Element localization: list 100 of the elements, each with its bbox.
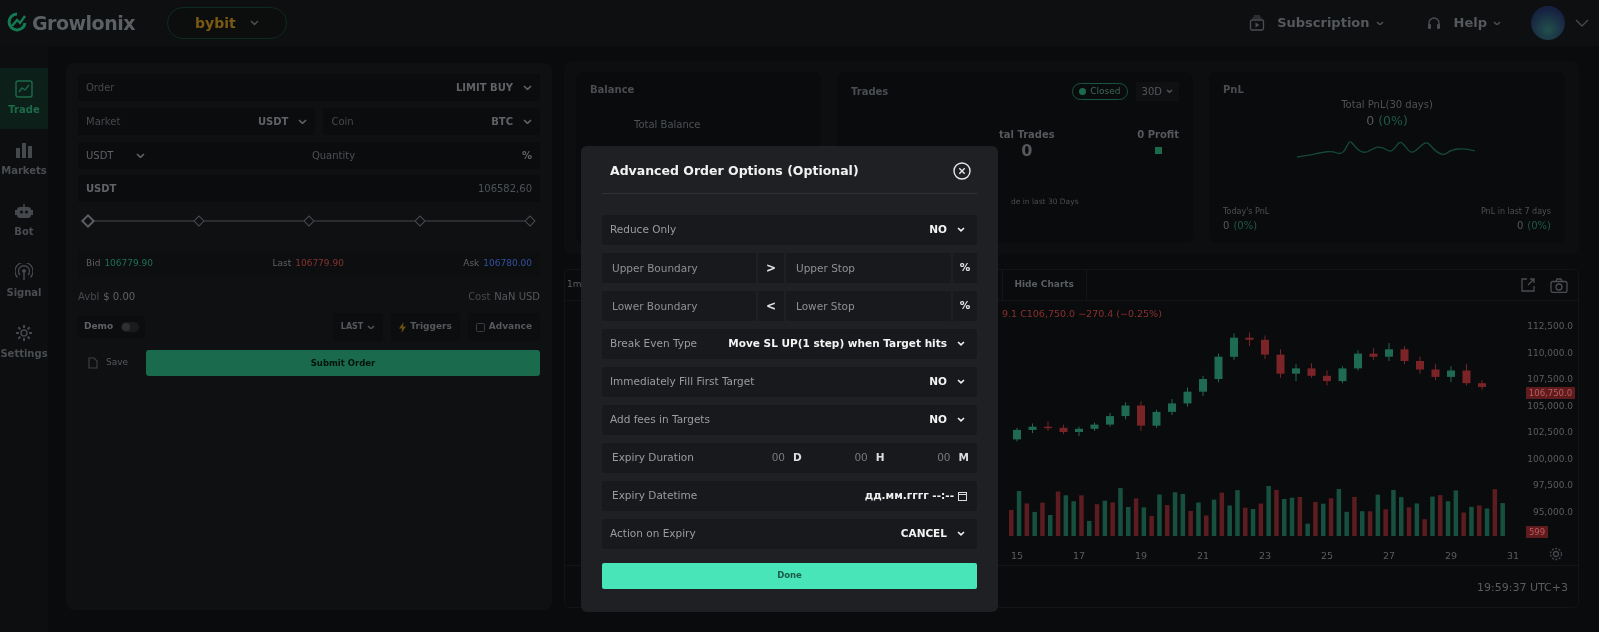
dropdown-button[interactable]: NO xyxy=(923,214,977,245)
dropdown-button[interactable]: NO xyxy=(923,404,977,435)
ohlc-text: 9.1 C106,750.0 −270.4 (−0.25%) xyxy=(1002,307,1162,321)
interval-label[interactable]: 1m xyxy=(567,278,582,292)
field-label: Market xyxy=(86,115,121,129)
price-source-dropdown[interactable]: LAST xyxy=(332,313,384,341)
axis-label: 107,500.0 xyxy=(1527,374,1573,384)
dropdown-button[interactable]: NO xyxy=(923,366,977,397)
axis-label: 21 xyxy=(1196,550,1210,561)
axis-label: 95,000.0 xyxy=(1532,506,1573,517)
currency-dropdown[interactable]: USDT xyxy=(257,108,308,135)
toggle-switch[interactable] xyxy=(121,322,140,332)
axis-label: 29 xyxy=(1444,550,1458,561)
candle xyxy=(1261,335,1269,360)
order-type-dropdown[interactable]: LIMIT BUY xyxy=(455,74,532,101)
camera-icon[interactable] xyxy=(1550,277,1568,293)
input-field[interactable]: 00 xyxy=(841,449,868,466)
currency-label: USDT xyxy=(86,182,117,196)
price-value: 106779.90 xyxy=(104,257,154,271)
input-field[interactable]: Lower Stop xyxy=(786,290,951,321)
field-label: Add fees in Targets xyxy=(610,411,710,427)
candle xyxy=(1447,365,1455,383)
volume-badge: 599 xyxy=(1526,526,1548,538)
candle xyxy=(1416,356,1424,375)
percent-value: (0%) xyxy=(1233,219,1258,233)
share-icon[interactable] xyxy=(1520,277,1536,293)
sidebar-item[interactable]: Trade xyxy=(0,68,48,129)
axis-label: 105,000.0 xyxy=(1527,400,1573,411)
axis-label: 112,500.0 xyxy=(1527,322,1573,331)
sidebar-item[interactable]: Signal xyxy=(0,251,48,312)
input-field[interactable]: Upper Boundary xyxy=(602,252,756,283)
slider-track[interactable] xyxy=(82,214,536,228)
candle xyxy=(1462,363,1471,386)
chevron-down-icon xyxy=(367,324,376,330)
sidebar-item[interactable]: Bot xyxy=(0,190,48,251)
bar-chart-icon xyxy=(15,141,33,159)
chevron-down-icon xyxy=(523,84,532,91)
stat-label: tal Trades xyxy=(999,128,1055,142)
save-button[interactable]: Save xyxy=(78,356,130,370)
unit-label: H xyxy=(875,449,885,465)
submit-order-button[interactable]: Submit Order xyxy=(146,350,540,376)
dropdown-button[interactable]: CANCEL xyxy=(894,518,977,549)
input-field[interactable]: Lower Boundary xyxy=(602,290,756,321)
sidebar-item[interactable]: Settings xyxy=(0,312,48,373)
status-dot xyxy=(1079,88,1087,95)
axis-label: 97,500.0 xyxy=(1532,480,1573,490)
toggle-label: Demo xyxy=(84,320,114,334)
menu-button[interactable]: Help xyxy=(1425,13,1501,33)
subscription-icon xyxy=(1249,15,1266,31)
percent-value: (0%) xyxy=(1527,219,1551,233)
square-icon xyxy=(475,322,485,332)
close-icon[interactable] xyxy=(953,162,971,181)
candle xyxy=(1028,423,1037,434)
chevron-down-icon xyxy=(1493,20,1501,26)
candle xyxy=(1214,353,1223,383)
exchange-selector[interactable]: bybit xyxy=(166,7,287,39)
robot-icon xyxy=(15,202,33,220)
price-label: Ask xyxy=(463,257,480,271)
candle xyxy=(1121,401,1130,420)
candle xyxy=(1137,400,1145,432)
field-label: Avbl xyxy=(78,289,100,304)
chevron-down-icon xyxy=(957,531,965,537)
unit-label: D xyxy=(793,449,802,465)
axis-label: 25 xyxy=(1320,550,1334,561)
candle xyxy=(1338,365,1347,384)
candle xyxy=(1307,362,1316,379)
input-field[interactable]: 00 xyxy=(924,449,951,466)
menu-button[interactable]: Subscription xyxy=(1249,13,1384,33)
quantity-field[interactable]: Quantity xyxy=(153,142,514,169)
triggers-button[interactable]: Triggers xyxy=(391,313,460,341)
unit-label: M xyxy=(958,449,969,465)
lightning-icon xyxy=(399,321,407,333)
candle xyxy=(1478,379,1486,391)
dialog-title: Advanced Order Options (Optional) xyxy=(610,162,859,180)
unit-label: % xyxy=(513,142,540,169)
advance-button[interactable]: Advance xyxy=(467,313,540,341)
axis-label: 17 xyxy=(1072,550,1086,561)
dropdown-button[interactable]: Move SL UP(1 step) when Target hits xyxy=(722,328,977,359)
input-field[interactable]: Upper Stop xyxy=(786,252,951,283)
candle xyxy=(1385,342,1393,362)
candle xyxy=(1292,363,1300,382)
headset-icon xyxy=(1425,15,1442,31)
price-label: Last xyxy=(272,257,292,271)
avatar[interactable] xyxy=(1531,6,1565,40)
field-label: Break Even Type xyxy=(610,335,698,351)
currency-dropdown[interactable]: USDT xyxy=(78,142,153,169)
chevron-down-icon xyxy=(523,118,532,125)
chevron-down-icon xyxy=(957,227,965,233)
period-dropdown[interactable]: 30D xyxy=(1135,82,1179,101)
stat-value: 0 xyxy=(1366,112,1375,130)
input-field[interactable]: 00 xyxy=(759,449,786,466)
hide-charts-tab[interactable]: Hide Charts xyxy=(1001,269,1087,301)
done-button[interactable]: Done xyxy=(602,562,977,589)
sidebar-item[interactable]: Markets xyxy=(0,129,48,190)
date-time-field[interactable]: дд.мм.гггг --:-- xyxy=(864,487,967,504)
gear-icon xyxy=(15,324,33,342)
slider-step-marker xyxy=(192,215,205,227)
currency-dropdown[interactable]: BTC xyxy=(491,108,532,135)
settings-icon[interactable] xyxy=(1549,547,1563,561)
candle xyxy=(1276,348,1285,379)
